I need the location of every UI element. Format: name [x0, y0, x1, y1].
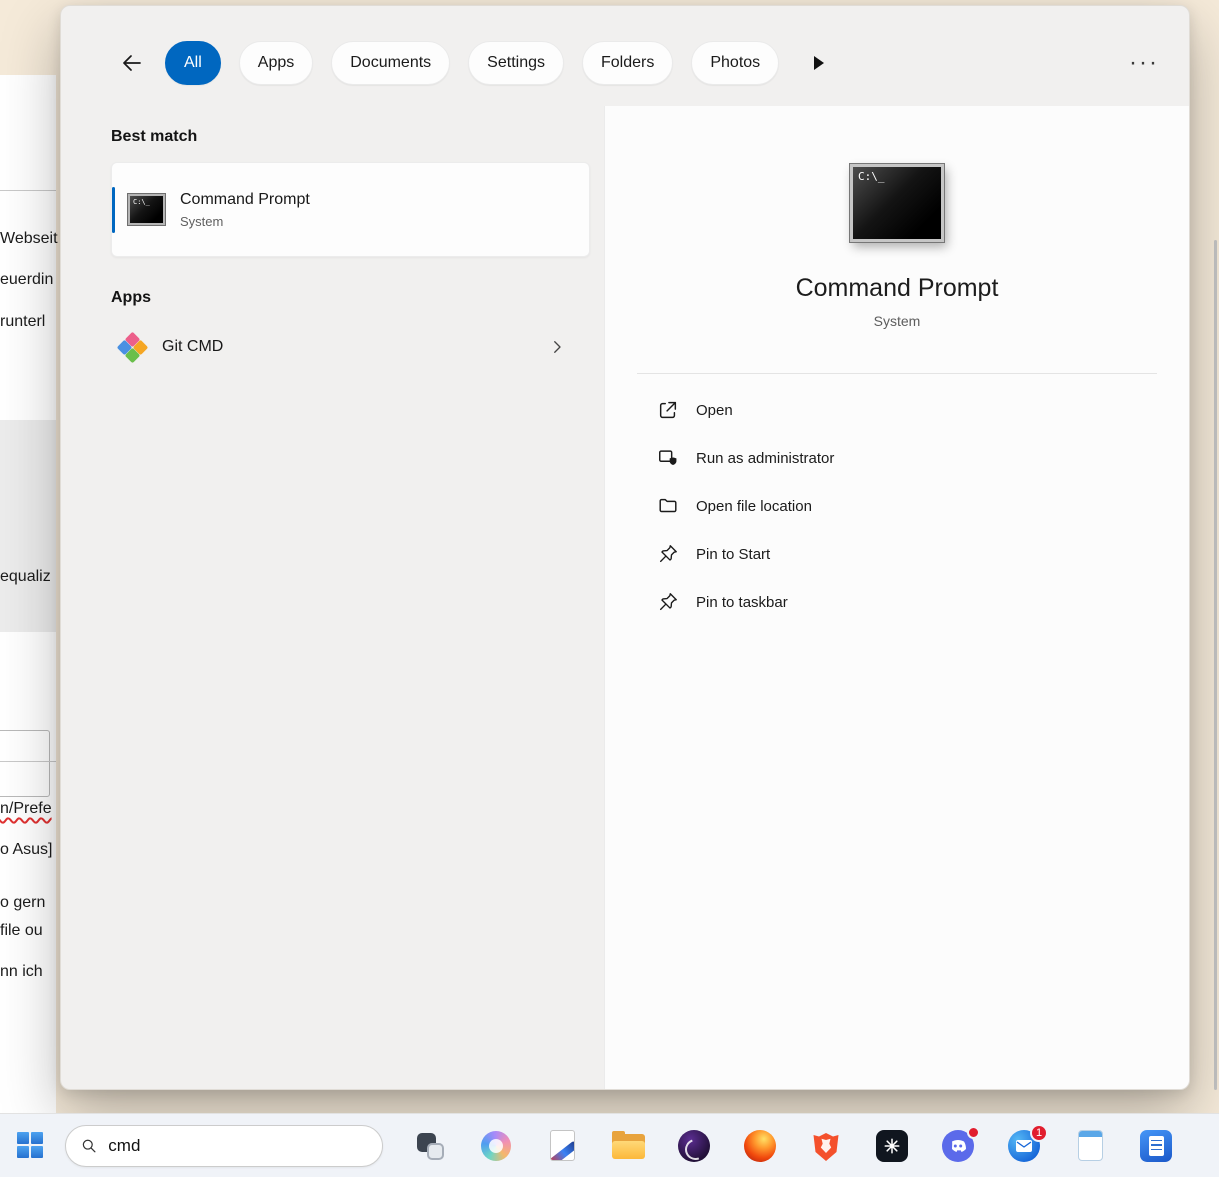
preview-app-title: Command Prompt	[796, 274, 999, 303]
result-preview-panel: C:\_ Command Prompt System Open	[604, 106, 1189, 1089]
search-filter-tabs: All Apps Documents Settings Folders Phot…	[165, 41, 779, 85]
starburst-app-icon	[876, 1130, 908, 1162]
action-pin-to-taskbar[interactable]: Pin to taskbar	[637, 578, 1157, 626]
command-prompt-icon: C:\_	[128, 194, 165, 225]
background-text-fragment: o Asus]	[0, 841, 52, 859]
firefox-button[interactable]	[743, 1129, 777, 1163]
result-title: Command Prompt	[180, 191, 310, 209]
document-divider	[0, 190, 56, 191]
ellipsis-icon: ···	[1129, 49, 1159, 76]
back-button[interactable]	[115, 46, 149, 80]
pin-icon	[657, 591, 679, 613]
blue-document-app-icon	[1140, 1130, 1172, 1162]
purple-circle-app-icon	[678, 1130, 710, 1162]
background-text-fragment: o gern	[0, 894, 45, 912]
copilot-icon	[481, 1131, 511, 1161]
windows-logo-icon	[17, 1132, 44, 1159]
best-match-result[interactable]: C:\_ Command Prompt System	[111, 162, 590, 257]
file-explorer-icon	[612, 1132, 645, 1159]
action-label: Pin to taskbar	[696, 594, 788, 611]
taskbar-app-icons: 1	[413, 1129, 1173, 1163]
background-text-fragment: file ou	[0, 922, 43, 940]
document-gray-block	[0, 420, 56, 632]
notepad-icon	[1078, 1130, 1103, 1161]
search-results-panel: Best match C:\_ Command Prompt System Ap…	[61, 106, 604, 1089]
back-arrow-icon	[120, 51, 144, 75]
background-text-fragment: Webseit	[0, 230, 58, 248]
tab-all[interactable]: All	[165, 41, 221, 85]
git-cmd-icon	[119, 334, 146, 361]
more-filters-button[interactable]	[811, 54, 826, 72]
file-explorer-button[interactable]	[611, 1129, 645, 1163]
tab-apps[interactable]: Apps	[239, 41, 313, 85]
expand-result-button[interactable]	[548, 338, 566, 356]
background-text-fragment: equaliz	[0, 568, 51, 586]
result-title: Git CMD	[162, 338, 223, 356]
background-text-fragment: runterl	[0, 313, 45, 331]
notification-badge	[967, 1126, 980, 1139]
task-view-button[interactable]	[413, 1129, 447, 1163]
best-match-heading: Best match	[111, 128, 590, 146]
mail-badge: 1	[1030, 1124, 1048, 1142]
chevron-right-icon	[548, 338, 566, 356]
copilot-button[interactable]	[479, 1129, 513, 1163]
taskbar-search-input[interactable]	[108, 1136, 367, 1156]
play-triangle-icon	[811, 54, 826, 72]
taskbar: 1	[0, 1113, 1219, 1177]
tab-folders[interactable]: Folders	[582, 41, 673, 85]
result-subtitle: System	[180, 214, 310, 229]
admin-shield-icon	[657, 447, 679, 469]
action-label: Open	[696, 402, 733, 419]
preview-app-subtitle: System	[874, 313, 921, 329]
discord-button[interactable]	[941, 1129, 975, 1163]
tab-photos[interactable]: Photos	[691, 41, 779, 85]
preview-divider	[637, 373, 1157, 374]
pen-document-app-icon	[550, 1130, 575, 1161]
result-git-cmd[interactable]: Git CMD	[111, 323, 590, 371]
action-label: Open file location	[696, 498, 812, 515]
starburst-app-button[interactable]	[875, 1129, 909, 1163]
taskbar-search[interactable]	[65, 1125, 383, 1167]
search-flyout: All Apps Documents Settings Folders Phot…	[60, 5, 1190, 1090]
action-open-file-location[interactable]: Open file location	[637, 482, 1157, 530]
background-document: Webseit euerdin runterl equaliz n/Prefe …	[0, 75, 56, 1113]
document-button-fragment	[0, 730, 50, 797]
brave-button[interactable]	[809, 1129, 843, 1163]
document-divider	[0, 761, 56, 762]
background-text-fragment: n/Prefe	[0, 800, 52, 818]
background-text-fragment: nn ich	[0, 963, 43, 981]
pin-icon	[657, 543, 679, 565]
search-icon	[81, 1137, 97, 1155]
folder-icon	[657, 495, 679, 517]
tab-documents[interactable]: Documents	[331, 41, 450, 85]
more-options-button[interactable]: ···	[1129, 51, 1159, 75]
selection-accent-bar	[112, 187, 115, 233]
blue-document-app-button[interactable]	[1139, 1129, 1173, 1163]
tab-settings[interactable]: Settings	[468, 41, 564, 85]
action-run-as-administrator[interactable]: Run as administrator	[637, 434, 1157, 482]
search-filter-bar: All Apps Documents Settings Folders Phot…	[61, 6, 1189, 106]
mail-button[interactable]: 1	[1007, 1129, 1041, 1163]
firefox-icon	[744, 1130, 776, 1162]
command-prompt-icon-large: C:\_	[850, 164, 944, 242]
purple-circle-app-button[interactable]	[677, 1129, 711, 1163]
action-label: Pin to Start	[696, 546, 770, 563]
page-scrollbar[interactable]	[1214, 240, 1217, 1090]
start-button[interactable]	[9, 1123, 51, 1169]
action-pin-to-start[interactable]: Pin to Start	[637, 530, 1157, 578]
preview-actions: Open Run as administrator	[637, 386, 1157, 626]
action-label: Run as administrator	[696, 450, 834, 467]
pen-document-app-button[interactable]	[545, 1129, 579, 1163]
action-open[interactable]: Open	[637, 386, 1157, 434]
open-external-icon	[657, 399, 679, 421]
notepad-button[interactable]	[1073, 1129, 1107, 1163]
background-text-fragment: euerdin	[0, 271, 53, 289]
apps-heading: Apps	[111, 289, 590, 307]
brave-icon	[812, 1130, 840, 1162]
